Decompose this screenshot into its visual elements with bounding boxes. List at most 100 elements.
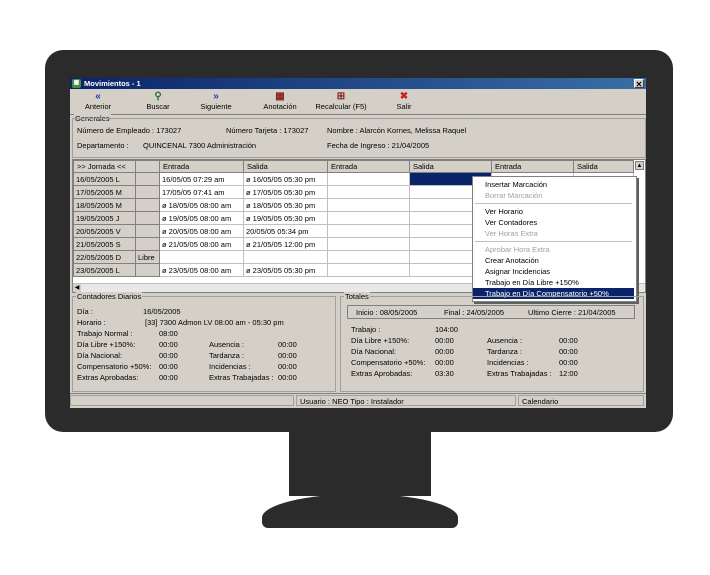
cell-entrada-2[interactable] <box>327 224 410 238</box>
cell-entrada-1[interactable]: ø 18/05/05 08:00 am <box>159 198 244 212</box>
cell-entrada-1[interactable]: 16/05/05 07:29 am <box>159 172 244 186</box>
extras-aprobadas-value: 00:00 <box>159 373 178 382</box>
cell-entrada-2[interactable] <box>327 237 410 251</box>
cell-entrada-1[interactable]: ø 20/05/05 08:00 am <box>159 224 244 238</box>
dia-nacional-value: 00:00 <box>159 351 178 360</box>
dia-nacional-label: Día Nacional: <box>351 347 397 356</box>
anterior-button[interactable]: « Anterior <box>78 91 118 113</box>
search-icon: ⚲ <box>154 91 162 102</box>
cell-entrada-2[interactable] <box>327 198 410 212</box>
extras-trabajadas-value: 00:00 <box>278 373 297 382</box>
day-text: J <box>115 213 120 223</box>
cell-entrada-2[interactable] <box>327 250 410 264</box>
tardanza-label: Tardanza : <box>487 347 523 356</box>
col-salida-2: Salida <box>409 160 492 173</box>
row-note: Libre <box>135 250 160 264</box>
dia-label: Día : <box>77 307 93 316</box>
date-text: 22/05/2005 <box>76 252 114 262</box>
period-box: Inicio : 08/05/2005 Final : 24/05/2005 U… <box>347 305 635 319</box>
siguiente-button[interactable]: » Siguiente <box>194 91 238 113</box>
app-window: ▣ Movimientos - 1 ✕ « Anterior ⚲ Buscar … <box>70 78 646 408</box>
ausencia-value: 00:00 <box>559 336 578 345</box>
menu-aprobar-hora-extra: Aprobar Hora Extra <box>485 245 550 254</box>
period-start: Inicio : 08/05/2005 <box>356 308 418 317</box>
compensatorio-label: Compensatorio +50%: <box>351 358 426 367</box>
row-date: 23/05/2005 L <box>73 263 136 277</box>
window-title: Movimientos - 1 <box>84 79 141 88</box>
row-date: 22/05/2005 D <box>73 250 136 264</box>
cell-entrada-2[interactable] <box>327 172 410 186</box>
cell-entrada-2[interactable] <box>327 211 410 225</box>
day-text: L <box>115 265 120 275</box>
buscar-button[interactable]: ⚲ Buscar <box>138 91 178 113</box>
buscar-label: Buscar <box>146 102 170 111</box>
cell-salida-1[interactable]: ø 23/05/05 05:30 pm <box>243 263 328 277</box>
row-note <box>135 198 160 212</box>
cell-entrada-1[interactable]: ø 23/05/05 08:00 am <box>159 263 244 277</box>
incidencias-label: Incidencias : <box>209 362 251 371</box>
cell-entrada-1[interactable]: ø 19/05/05 08:00 am <box>159 211 244 225</box>
generales-group: Número de Empleado : 173027 Número Tarje… <box>72 118 646 158</box>
anotacion-button[interactable]: ▦ Anotación <box>258 91 302 113</box>
totales-panel: Inicio : 08/05/2005 Final : 24/05/2005 U… <box>340 296 644 392</box>
extras-trabajadas-label: Extras Trabajadas : <box>487 369 552 378</box>
cell-salida-1[interactable]: ø 18/05/05 05:30 pm <box>243 198 328 212</box>
date-text: 17/05/2005 <box>76 187 114 197</box>
dia-value: 16/05/2005 <box>143 307 181 316</box>
cell-salida-1[interactable]: ø 21/05/05 12:00 pm <box>243 237 328 251</box>
cell-entrada-1[interactable]: ø 21/05/05 08:00 am <box>159 237 244 251</box>
row-note <box>135 263 160 277</box>
ausencia-label: Ausencia : <box>487 336 523 345</box>
tardanza-value: 00:00 <box>278 351 297 360</box>
scroll-left-arrow-icon[interactable]: ◀ <box>73 284 81 292</box>
totales-legend: Totales <box>344 292 370 301</box>
cell-entrada-1[interactable] <box>159 250 244 264</box>
cell-salida-1[interactable]: 20/05/05 05:34 pm <box>243 224 328 238</box>
exit-icon: ✖ <box>399 91 409 102</box>
cell-entrada-2[interactable] <box>327 185 410 199</box>
hire-date: Fecha de Ingreso : 21/04/2005 <box>327 141 430 150</box>
monitor-base <box>262 494 458 528</box>
previous-icon: « <box>95 91 101 102</box>
cell-salida-1[interactable]: ø 16/05/05 05:30 pm <box>243 172 328 186</box>
cell-entrada-2[interactable] <box>327 263 410 277</box>
incidencias-value: 00:00 <box>278 362 297 371</box>
extras-aprobadas-label: Extras Aprobadas: <box>351 369 413 378</box>
close-button[interactable]: ✕ <box>634 79 644 89</box>
horario-value: [33] 7300 Admon LV 08:00 am - 05:30 pm <box>145 318 284 327</box>
menu-insertar-marcacion[interactable]: Insertar Marcación <box>473 179 634 190</box>
menu-asignar-incidencias[interactable]: Asignar Incidencias <box>473 266 634 277</box>
row-date: 19/05/2005 J <box>73 211 136 225</box>
day-text: D <box>115 252 122 262</box>
department-label: Departamento : <box>77 141 129 150</box>
menu-ver-contadores[interactable]: Ver Contadores <box>473 217 634 228</box>
scroll-up-arrow-icon[interactable]: ▲ <box>635 161 644 170</box>
recalcular-label: Recalcular (F5) <box>315 102 367 111</box>
compensatorio-value: 00:00 <box>435 358 454 367</box>
cell-salida-1[interactable]: ø 19/05/05 05:30 pm <box>243 211 328 225</box>
cell-entrada-1[interactable]: 17/05/05 07:41 am <box>159 185 244 199</box>
last-close: Ultimo Cierre : 21/04/2005 <box>528 308 616 317</box>
incidencias-label: Incidencias : <box>487 358 529 367</box>
dia-libre-value: 00:00 <box>159 340 178 349</box>
menu-ver-horario[interactable]: Ver Horario <box>473 206 634 217</box>
status-bar: Usuario : NEO Tipo : Instalador Calendar… <box>70 393 646 407</box>
date-text: 23/05/2005 <box>76 265 114 275</box>
menu-separator <box>475 203 632 204</box>
menu-borrar-marcacion: Borrar Marcación <box>485 191 543 200</box>
col-jornada[interactable]: >> Jornada << <box>73 160 136 173</box>
menu-crear-anotacion[interactable]: Crear Anotación <box>473 255 634 266</box>
trabajo-normal-label: Trabajo Normal : <box>77 329 133 338</box>
recalcular-button[interactable]: ⊞ Recalcular (F5) <box>310 91 372 113</box>
app-icon: ▣ <box>72 79 81 88</box>
cell-salida-1[interactable]: ø 17/05/05 05:30 pm <box>243 185 328 199</box>
recalculate-icon: ⊞ <box>336 91 346 102</box>
siguiente-label: Siguiente <box>200 102 232 111</box>
salir-button[interactable]: ✖ Salir <box>388 91 420 113</box>
menu-trabajo-dia-libre[interactable]: Trabajo en Día Libre +150% <box>473 277 634 288</box>
contadores-panel: Día : 16/05/2005 Horario : [33] 7300 Adm… <box>72 296 336 392</box>
cell-salida-1[interactable] <box>243 250 328 264</box>
col-entrada-3: Entrada <box>491 160 574 173</box>
day-text: S <box>115 239 121 249</box>
ausencia-value: 00:00 <box>278 340 297 349</box>
